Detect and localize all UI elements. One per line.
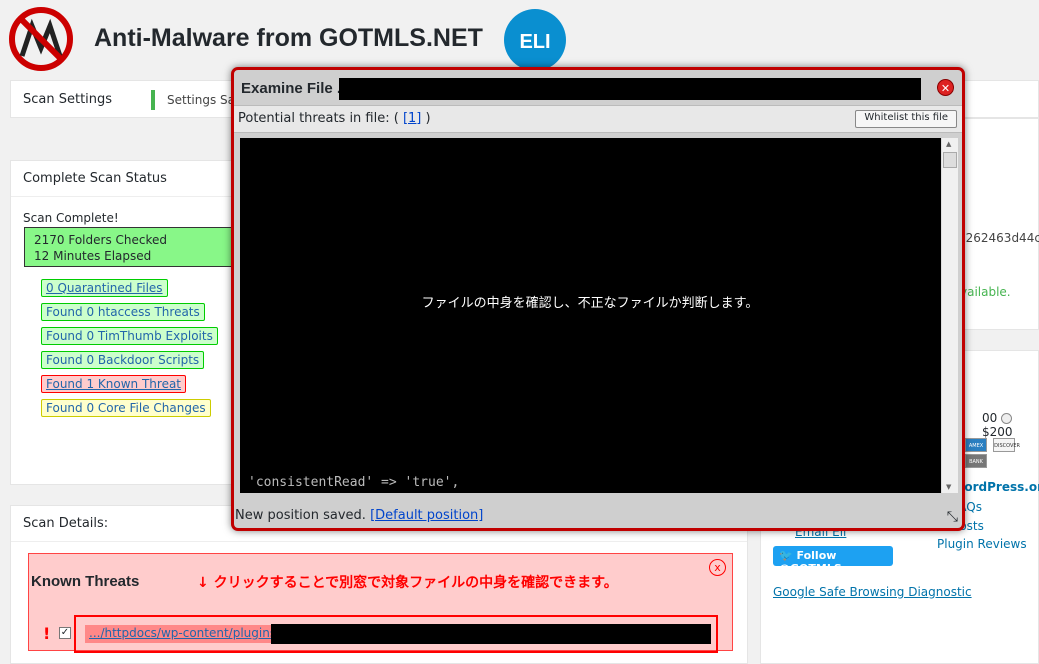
- folders-checked: 2170 Folders Checked: [34, 233, 167, 247]
- known-threats-panel: Known Threats ↓ クリックすることで別窓で対象ファイルの中身を確認…: [28, 553, 733, 653]
- svg-text:ELI: ELI: [519, 31, 550, 53]
- scan-settings-tab[interactable]: Scan Settings: [23, 92, 112, 107]
- dialog-subtitle-bar: Potential threats in file: ( [1] ) White…: [234, 105, 962, 133]
- scan-status-heading: Complete Scan Status: [11, 161, 249, 197]
- plugin-reviews-link[interactable]: Plugin Reviews: [937, 535, 1027, 554]
- redacted-path: [271, 624, 711, 644]
- eli-logo-icon[interactable]: ELI: [504, 9, 566, 71]
- amex-card-icon: AMEX: [965, 438, 987, 452]
- annotation-note: ↓ クリックすることで別窓で対象ファイルの中身を確認できます。: [197, 575, 618, 591]
- available-text: vailable.: [960, 285, 1011, 299]
- core-file-changes-badge: Found 0 Core File Changes: [41, 399, 211, 417]
- code-line: 'consistentRead' => 'true',: [248, 475, 460, 490]
- elapsed-time: 12 Minutes Elapsed: [34, 249, 152, 263]
- hash-text: 9262463d44c: [958, 231, 1039, 245]
- redacted-filename: [339, 78, 921, 100]
- whitelist-button[interactable]: Whitelist this file: [855, 110, 957, 128]
- threat-checkbox[interactable]: ✓: [59, 627, 71, 639]
- default-position-link[interactable]: [Default position]: [370, 508, 483, 523]
- scroll-thumb[interactable]: [943, 152, 957, 168]
- subtitle-prefix: Potential threats in file: (: [238, 111, 403, 126]
- dialog-title: Examine File .: [241, 80, 342, 97]
- amount-prev-label: 00: [982, 411, 998, 425]
- page-title: Anti-Malware from GOTMLS.NET: [94, 24, 483, 52]
- close-icon[interactable]: ✕: [937, 79, 954, 96]
- viewer-message: ファイルの中身を確認し、不正なファイルか判断します。: [421, 296, 759, 311]
- known-threats-title: Known Threats: [31, 573, 140, 590]
- known-threat-link[interactable]: Found 1 Known Threat: [41, 375, 187, 393]
- twitter-bird-icon: 🐦: [779, 549, 797, 562]
- google-safe-browsing-link[interactable]: Google Safe Browsing Diagnostic: [773, 585, 972, 599]
- gotmls-logo-icon: [9, 7, 73, 71]
- viewer-scrollbar[interactable]: ▲ ▼: [941, 138, 958, 493]
- scan-complete-text: Scan Complete!: [23, 211, 119, 225]
- bank-card-icon: BANK: [965, 454, 987, 468]
- close-threats-button[interactable]: x: [709, 559, 726, 576]
- scroll-up-icon[interactable]: ▲: [946, 140, 951, 148]
- file-content-viewer[interactable]: ファイルの中身を確認し、不正なファイルか判断します。 'consistentRe…: [240, 138, 958, 493]
- quarantined-files-link[interactable]: 0 Quarantined Files: [41, 279, 168, 297]
- status-indicator: [151, 90, 155, 110]
- backdoor-scripts-badge: Found 0 Backdoor Scripts: [41, 351, 205, 369]
- warning-icon: !: [43, 624, 51, 643]
- scan-progress-box: 2170 Folders Checked 12 Minutes Elapsed: [24, 227, 244, 267]
- timthumb-exploits-badge: Found 0 TimThumb Exploits: [41, 327, 218, 345]
- dialog-footer: New position saved. [Default position]: [235, 508, 483, 523]
- scan-status-panel: Complete Scan Status Scan Complete! 2170…: [10, 160, 250, 485]
- scroll-down-icon[interactable]: ▼: [946, 483, 951, 491]
- wordpress-link[interactable]: /ordPress.or: [960, 480, 1039, 494]
- resize-icon[interactable]: ⤡: [947, 509, 958, 525]
- threat-row-highlight: .../httpdocs/wp-content/plugins: [74, 615, 718, 653]
- subtitle-suffix: ): [421, 111, 431, 126]
- scan-result-badges: 0 Quarantined Files Found 0 htaccess Thr…: [41, 279, 218, 423]
- discover-card-icon: DISCOVER: [993, 438, 1020, 452]
- twitter-follow-button[interactable]: 🐦 Follow @GOTMLS: [773, 546, 893, 575]
- payment-cards: AMEX DISCOVER BANK: [965, 436, 1039, 468]
- examine-file-dialog[interactable]: Examine File . ✕ Potential threats in fi…: [231, 67, 965, 531]
- donation-amounts: 00 $200: [982, 411, 1039, 439]
- threat-index-link[interactable]: [1]: [403, 111, 421, 126]
- threats-in-file-text: Potential threats in file: ( [1] ): [238, 111, 431, 126]
- donate-200-radio[interactable]: [1001, 413, 1013, 424]
- threat-file-link[interactable]: .../httpdocs/wp-content/plugins: [85, 625, 281, 643]
- htaccess-threats-badge: Found 0 htaccess Threats: [41, 303, 205, 321]
- position-saved-text: New position saved.: [235, 508, 366, 523]
